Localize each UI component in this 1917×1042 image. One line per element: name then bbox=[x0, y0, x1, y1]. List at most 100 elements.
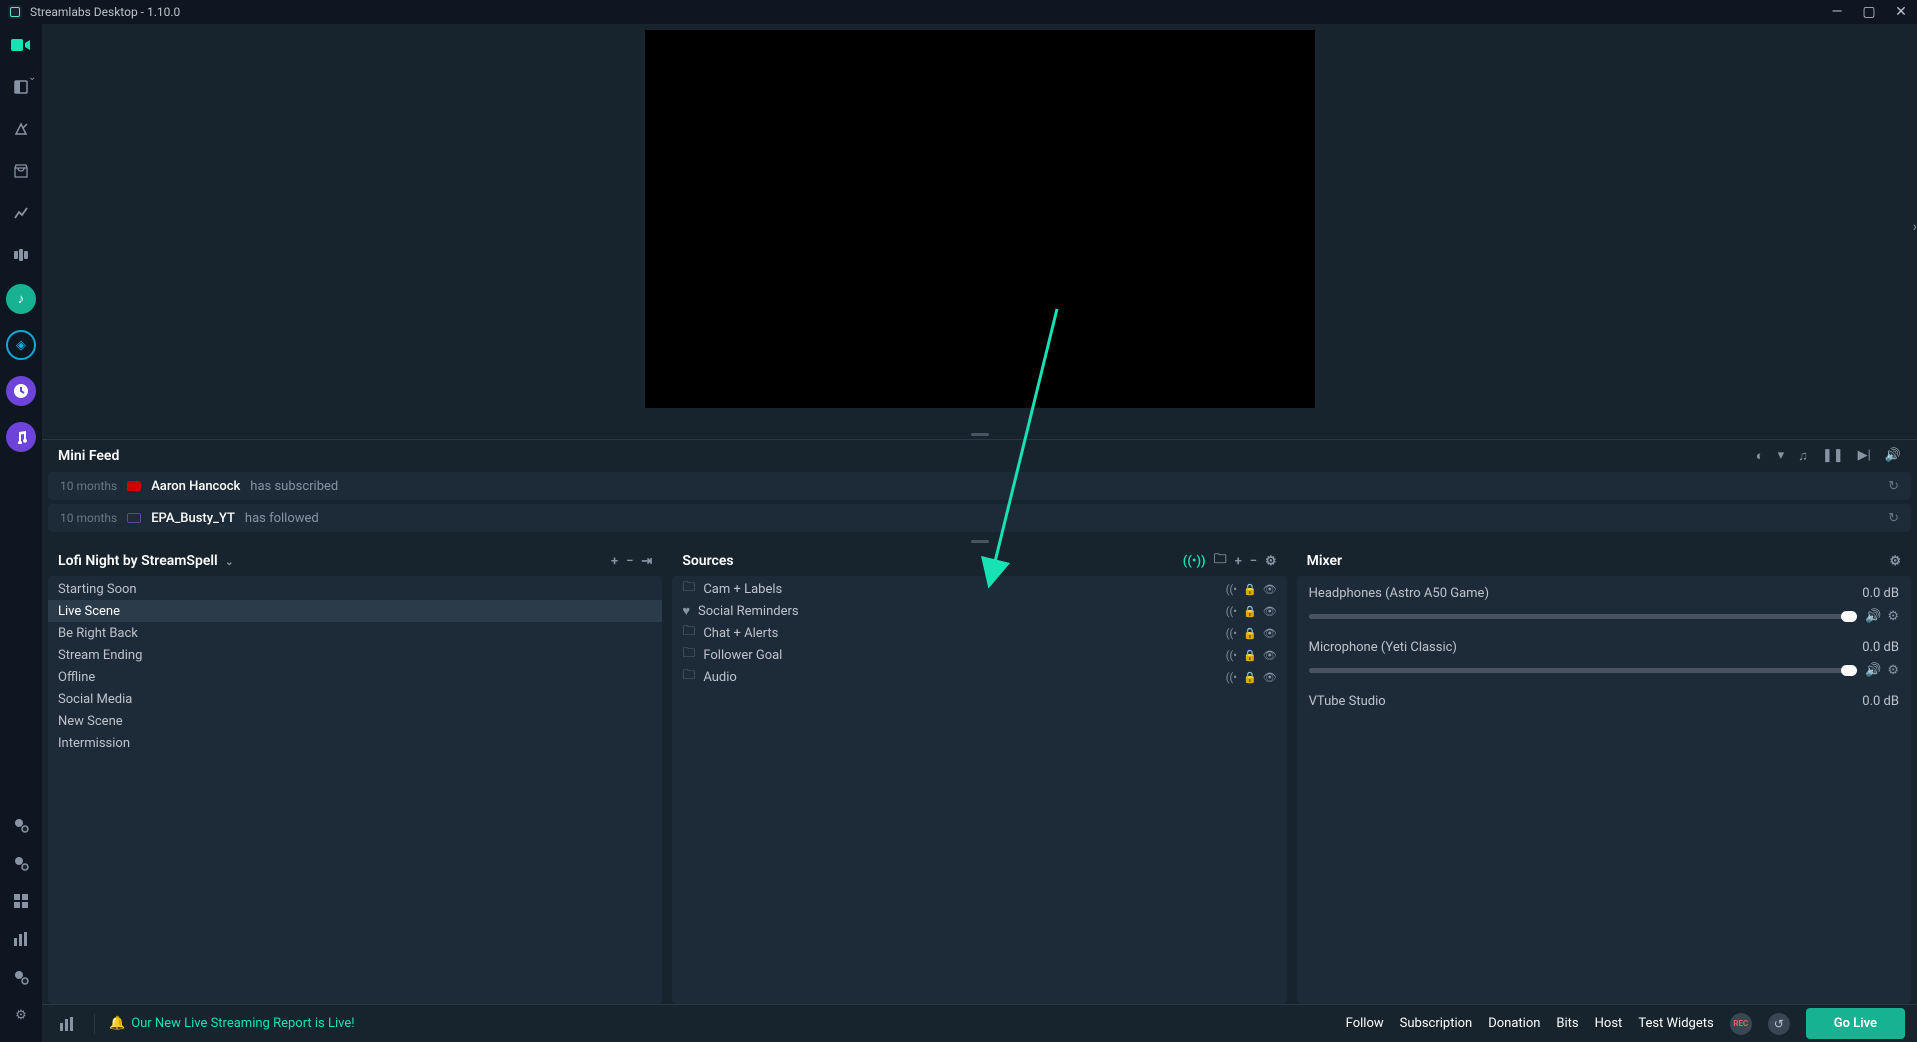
remove-source-icon[interactable]: − bbox=[1250, 554, 1257, 569]
source-row[interactable]: 🗀Chat + Alerts((•🔒👁 bbox=[672, 622, 1286, 644]
mixer-thumb[interactable] bbox=[1841, 665, 1857, 676]
stream-icon[interactable]: ((• bbox=[1226, 605, 1237, 618]
record-button[interactable]: REC bbox=[1730, 1013, 1752, 1035]
folder-icon: 🗀 bbox=[682, 622, 695, 644]
replay-button[interactable]: ↺ bbox=[1768, 1013, 1790, 1035]
sources-title: Sources bbox=[682, 553, 733, 569]
apps2-icon[interactable] bbox=[8, 850, 34, 876]
source-properties-icon[interactable]: ⚙ bbox=[1265, 554, 1277, 569]
performance-icon[interactable] bbox=[54, 1011, 80, 1037]
collapse-right-icon[interactable]: › bbox=[1913, 219, 1917, 235]
mixer-slider[interactable] bbox=[1309, 668, 1857, 673]
divider-handle-1[interactable] bbox=[971, 433, 989, 436]
store-icon[interactable] bbox=[8, 158, 34, 184]
source-label: Audio bbox=[703, 670, 736, 685]
subscription-link[interactable]: Subscription bbox=[1400, 1016, 1473, 1031]
scene-row[interactable]: Social Media bbox=[48, 688, 662, 710]
skip-icon[interactable]: ▶| bbox=[1858, 448, 1871, 464]
lock-icon[interactable]: 🔒 bbox=[1243, 605, 1257, 618]
remove-scene-icon[interactable]: − bbox=[626, 554, 633, 569]
add-source-icon[interactable]: + bbox=[1235, 554, 1242, 569]
scene-transition-icon[interactable]: ⇥ bbox=[641, 554, 652, 569]
scene-row[interactable]: Starting Soon bbox=[48, 578, 662, 600]
music-icon[interactable]: ♫ bbox=[1798, 448, 1808, 464]
scenes-collection-dropdown[interactable]: Lofi Night by StreamSpell ⌄ bbox=[58, 553, 234, 569]
divider-handle-2[interactable] bbox=[971, 540, 989, 543]
preview-canvas[interactable] bbox=[645, 30, 1315, 408]
host-link[interactable]: Host bbox=[1595, 1016, 1623, 1031]
follow-link[interactable]: Follow bbox=[1346, 1016, 1384, 1031]
source-row[interactable]: 🗀Follower Goal((•🔒👁 bbox=[672, 644, 1286, 666]
go-live-button[interactable]: Go Live bbox=[1806, 1008, 1905, 1039]
lock-icon[interactable]: 🔒 bbox=[1243, 671, 1257, 684]
speaker-icon[interactable]: 🔊 bbox=[1865, 663, 1881, 678]
window-close-button[interactable]: ✕ bbox=[1893, 4, 1909, 20]
donation-link[interactable]: Donation bbox=[1488, 1016, 1540, 1031]
source-row[interactable]: 🗀 Audio ((• 🔒 👁 bbox=[672, 666, 1286, 688]
mixer-slider[interactable] bbox=[1309, 614, 1857, 619]
scene-row[interactable]: Intermission bbox=[48, 732, 662, 754]
mute-icon[interactable]: 👁 bbox=[1263, 671, 1277, 684]
scene-row[interactable]: Offline bbox=[48, 666, 662, 688]
eye-icon[interactable]: 👁 bbox=[1263, 627, 1277, 640]
add-folder-icon[interactable]: 🗀 bbox=[1214, 550, 1227, 572]
notification-area[interactable]: 🔔 Our New Live Streaming Report is Live! bbox=[109, 1016, 355, 1031]
test-widgets-button[interactable]: Test Widgets bbox=[1638, 1016, 1713, 1031]
lock-icon[interactable]: 🔒 bbox=[1243, 627, 1257, 640]
mute-icon[interactable]: 👁 bbox=[1263, 649, 1277, 662]
themes-icon[interactable] bbox=[8, 116, 34, 142]
stream-icon[interactable]: ((• bbox=[1226, 583, 1237, 596]
bars-icon[interactable] bbox=[8, 926, 34, 952]
mixer-db: 0.0 dB bbox=[1862, 586, 1899, 601]
window-minimize-button[interactable]: — bbox=[1829, 4, 1845, 20]
editor-icon[interactable] bbox=[8, 32, 34, 58]
scene-row[interactable]: Be Right Back bbox=[48, 622, 662, 644]
mixer-settings-icon[interactable]: ⚙ bbox=[1889, 554, 1901, 569]
pause-icon[interactable]: ❚❚ bbox=[1822, 448, 1844, 464]
contrast-icon[interactable]: ◐ bbox=[1756, 448, 1764, 464]
mixer-gear-icon[interactable]: ⚙ bbox=[1887, 663, 1899, 678]
app-clock-icon[interactable] bbox=[6, 376, 36, 406]
platform-badge bbox=[127, 513, 141, 523]
platform-badge bbox=[127, 481, 141, 491]
mixer-source-name: Headphones (Astro A50 Game) bbox=[1309, 586, 1489, 601]
feed-time: 10 months bbox=[60, 479, 117, 493]
stream-icon[interactable]: ((• bbox=[1226, 649, 1237, 662]
window-maximize-button[interactable]: ▢ bbox=[1861, 4, 1877, 20]
add-scene-icon[interactable]: + bbox=[611, 554, 618, 569]
settings-icon[interactable]: ⚙ bbox=[8, 1002, 34, 1028]
dashboard-icon[interactable] bbox=[8, 200, 34, 226]
source-label: Social Reminders bbox=[698, 604, 799, 619]
source-stream-icon[interactable]: ((•)) bbox=[1183, 554, 1206, 569]
lock-icon[interactable]: 🔒 bbox=[1243, 583, 1257, 596]
scene-row[interactable]: New Scene bbox=[48, 710, 662, 732]
stream-icon[interactable]: ((• bbox=[1226, 671, 1237, 684]
mute-icon[interactable]: 👁 bbox=[1263, 583, 1277, 596]
app-diamond-icon[interactable]: ◈ bbox=[6, 330, 36, 360]
repeat-icon[interactable]: ↻ bbox=[1888, 511, 1899, 526]
app-teal-icon[interactable]: ♪ bbox=[6, 284, 36, 314]
apps1-icon[interactable] bbox=[8, 812, 34, 838]
app-music-icon[interactable] bbox=[6, 422, 36, 452]
scene-row[interactable]: Live Scene bbox=[48, 600, 662, 622]
highlighter-icon[interactable] bbox=[8, 242, 34, 268]
mixer-thumb[interactable] bbox=[1841, 611, 1857, 622]
source-row[interactable]: ♥Social Reminders((•🔒👁 bbox=[672, 600, 1286, 622]
lock-icon[interactable]: 🔒 bbox=[1243, 649, 1257, 662]
grid-icon[interactable] bbox=[8, 888, 34, 914]
repeat-icon[interactable]: ↻ bbox=[1888, 479, 1899, 494]
scene-row[interactable]: Stream Ending bbox=[48, 644, 662, 666]
source-row[interactable]: 🗀Cam + Labels((•🔒👁 bbox=[672, 578, 1286, 600]
folder-icon: 🗀 bbox=[682, 666, 695, 688]
minifeed-title: Mini Feed bbox=[58, 448, 119, 464]
editor-dropdown-icon[interactable]: ⌄ bbox=[28, 72, 36, 83]
mute-icon[interactable]: 👁 bbox=[1263, 605, 1277, 618]
bits-link[interactable]: Bits bbox=[1556, 1016, 1578, 1031]
mixer-item: Headphones (Astro A50 Game) 0.0 dB 🔊 ⚙ bbox=[1297, 578, 1911, 632]
volume-icon[interactable]: 🔊 bbox=[1885, 448, 1901, 464]
filter-icon[interactable]: ▾ bbox=[1778, 448, 1785, 464]
stream-icon[interactable]: ((• bbox=[1226, 627, 1237, 640]
speaker-icon[interactable]: 🔊 bbox=[1865, 609, 1881, 624]
apps3-icon[interactable] bbox=[8, 964, 34, 990]
mixer-gear-icon[interactable]: ⚙ bbox=[1887, 609, 1899, 624]
